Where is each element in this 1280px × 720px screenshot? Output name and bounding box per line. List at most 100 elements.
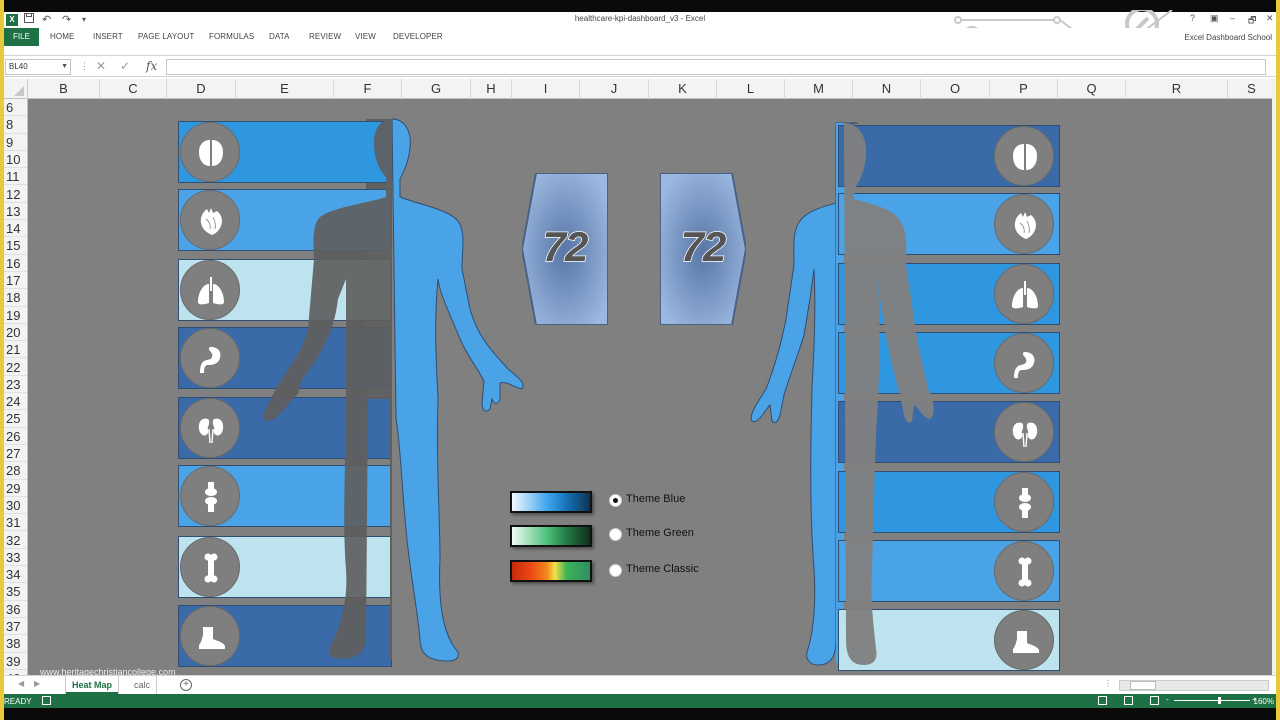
column-header[interactable]: H <box>471 79 512 99</box>
column-header[interactable]: R <box>1126 79 1228 99</box>
row-header[interactable]: 6 <box>4 99 27 117</box>
zoom-level[interactable]: 160% <box>1254 697 1274 706</box>
row-header[interactable]: 18 <box>4 289 27 307</box>
minimize-icon[interactable]: – <box>1230 13 1235 23</box>
row-header[interactable]: 25 <box>4 410 27 428</box>
column-header[interactable]: M <box>785 79 853 99</box>
row-header[interactable]: 13 <box>4 203 27 221</box>
row-header[interactable]: 29 <box>4 480 27 497</box>
page-break-view-icon[interactable] <box>1150 696 1159 705</box>
add-sheet-button[interactable]: + <box>180 679 192 691</box>
row-header[interactable]: 21 <box>4 341 27 359</box>
row-header[interactable]: 35 <box>4 583 27 601</box>
tab-data[interactable]: DATA <box>269 32 290 41</box>
theme-classic-label[interactable]: Theme Classic <box>626 563 699 575</box>
tab-formulas[interactable]: FORMULAS <box>209 32 254 41</box>
column-header[interactable]: B <box>28 79 100 99</box>
select-all-button[interactable] <box>4 79 28 99</box>
row-header[interactable]: 38 <box>4 635 27 653</box>
tab-insert[interactable]: INSERT <box>93 32 123 41</box>
row-header[interactable]: 39 <box>4 653 27 670</box>
enter-icon[interactable]: ✓ <box>120 59 130 73</box>
row-header[interactable]: 31 <box>4 514 27 532</box>
row-header[interactable]: 33 <box>4 549 27 567</box>
tab-view[interactable]: VIEW <box>355 32 376 41</box>
row-header[interactable]: 15 <box>4 237 27 255</box>
row-header[interactable]: 26 <box>4 428 27 445</box>
name-box[interactable]: BL40 ▼ <box>5 59 71 75</box>
tab-file[interactable]: FILE <box>4 28 39 46</box>
column-header[interactable]: E <box>236 79 334 99</box>
row-header[interactable]: 34 <box>4 566 27 584</box>
tab-developer[interactable]: DEVELOPER <box>393 32 443 41</box>
theme-classic-swatch[interactable] <box>510 560 592 582</box>
row-header[interactable]: 36 <box>4 601 27 618</box>
zoom-slider-thumb[interactable] <box>1218 697 1221 704</box>
column-header[interactable]: N <box>853 79 921 99</box>
zoom-out-icon[interactable]: - <box>1166 695 1169 704</box>
row-header[interactable]: 22 <box>4 359 27 376</box>
page-layout-view-icon[interactable] <box>1124 696 1133 705</box>
theme-blue-radio[interactable] <box>609 494 622 507</box>
tab-review[interactable]: REVIEW <box>309 32 341 41</box>
row-header[interactable]: 8 <box>4 116 27 134</box>
row-header[interactable]: 28 <box>4 462 27 480</box>
chevron-down-icon[interactable]: ▼ <box>61 60 68 74</box>
row-header[interactable]: 16 <box>4 255 27 272</box>
theme-green-radio[interactable] <box>609 528 622 541</box>
row-header[interactable]: 14 <box>4 220 27 238</box>
column-header[interactable]: J <box>580 79 649 99</box>
restore-icon[interactable]: 🗗 <box>1248 13 1256 29</box>
split-handle-icon[interactable]: ⋮ <box>1104 679 1112 688</box>
formula-input[interactable] <box>166 59 1266 75</box>
column-header[interactable]: K <box>649 79 717 99</box>
help-icon[interactable]: ? <box>1190 13 1195 23</box>
column-header[interactable]: I <box>512 79 580 99</box>
cancel-icon[interactable]: ✕ <box>96 59 106 73</box>
row-header[interactable]: 11 <box>4 168 27 186</box>
row-header[interactable]: 9 <box>4 134 27 151</box>
row-header[interactable]: 32 <box>4 532 27 549</box>
column-header[interactable]: C <box>100 79 167 99</box>
normal-view-icon[interactable] <box>1098 696 1107 705</box>
tab-scroll-left-icon[interactable]: ◀ <box>18 679 24 688</box>
row-header[interactable]: 10 <box>4 151 27 169</box>
theme-green-label[interactable]: Theme Green <box>626 527 694 539</box>
horizontal-scroll-thumb[interactable] <box>1130 681 1156 690</box>
theme-blue-swatch[interactable] <box>510 491 592 513</box>
column-header[interactable]: D <box>167 79 236 99</box>
vertical-scrollbar[interactable] <box>1272 79 1276 675</box>
column-header[interactable]: P <box>990 79 1058 99</box>
column-header[interactable]: L <box>717 79 785 99</box>
column-header[interactable]: G <box>402 79 471 99</box>
macro-record-icon[interactable] <box>42 696 51 705</box>
sheet-tab-heat-map[interactable]: Heat Map <box>66 676 119 694</box>
row-header[interactable]: 24 <box>4 393 27 411</box>
user-account[interactable]: Excel Dashboard School <box>1184 33 1272 42</box>
row-header[interactable]: 12 <box>4 186 27 203</box>
theme-green-swatch[interactable] <box>510 525 592 547</box>
tab-page-layout[interactable]: PAGE LAYOUT <box>138 32 194 41</box>
column-header[interactable]: O <box>921 79 990 99</box>
insert-function-icon[interactable]: fx <box>146 59 157 73</box>
row-header[interactable]: 27 <box>4 445 27 463</box>
zoom-slider[interactable] <box>1174 697 1250 704</box>
row-header[interactable]: 20 <box>4 324 27 342</box>
tab-scroll-right-icon[interactable]: ▶ <box>34 679 40 688</box>
theme-blue-label[interactable]: Theme Blue <box>626 493 685 505</box>
column-header[interactable]: Q <box>1058 79 1126 99</box>
row-header[interactable]: 30 <box>4 497 27 515</box>
close-icon[interactable]: ✕ <box>1266 13 1274 24</box>
tab-home[interactable]: HOME <box>50 32 74 41</box>
horizontal-scrollbar[interactable] <box>1119 680 1269 691</box>
column-header[interactable]: S <box>1228 79 1276 99</box>
kidneys-icon <box>1012 422 1038 448</box>
row-header[interactable]: 17 <box>4 272 27 290</box>
row-header[interactable]: 23 <box>4 376 27 394</box>
row-header[interactable]: 37 <box>4 618 27 636</box>
sheet-tab-calc[interactable]: calc <box>128 676 158 694</box>
row-header[interactable]: 19 <box>4 307 27 324</box>
ribbon-display-icon[interactable]: ▣ <box>1210 13 1219 24</box>
column-header[interactable]: F <box>334 79 402 99</box>
theme-classic-radio[interactable] <box>609 564 622 577</box>
